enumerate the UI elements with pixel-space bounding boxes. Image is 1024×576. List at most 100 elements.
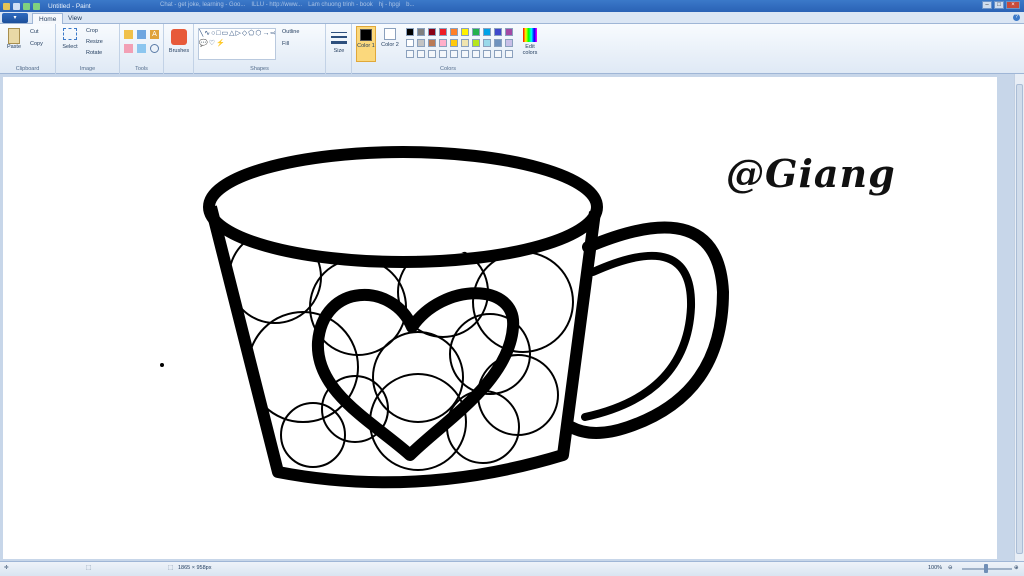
palette-swatch[interactable]: [428, 39, 436, 47]
close-button[interactable]: ×: [1006, 1, 1020, 9]
minimize-button[interactable]: –: [982, 1, 992, 9]
palette-swatch[interactable]: [428, 28, 436, 36]
edit-colors-label: Edit colors: [522, 44, 538, 56]
select-button[interactable]: Select: [60, 28, 80, 50]
paint-app-icon: [3, 2, 10, 10]
color1-button[interactable]: Color 1: [356, 26, 376, 62]
outline-button[interactable]: Outline: [282, 29, 299, 35]
rotate-button[interactable]: Rotate: [86, 50, 102, 56]
palette-swatch[interactable]: [439, 39, 447, 47]
shapes-gallery[interactable]: ╲∿○□▭△▷◇⬠⬡→⇨☆✦💬♡⚡: [198, 28, 276, 60]
background-tab: b...: [406, 2, 415, 8]
empty-swatch[interactable]: [406, 50, 414, 58]
colors-group-label: Colors: [440, 66, 456, 72]
image-size-text: 1865 × 958px: [178, 565, 212, 571]
palette-swatch[interactable]: [472, 28, 480, 36]
fill-icon[interactable]: [137, 30, 146, 39]
fill-button[interactable]: Fill: [282, 41, 289, 47]
paste-icon: [8, 28, 20, 44]
empty-swatch[interactable]: [494, 50, 502, 58]
size-label: Size: [333, 48, 345, 54]
brushes-group[interactable]: Brushes: [164, 24, 194, 74]
palette-swatch[interactable]: [450, 39, 458, 47]
palette-swatch[interactable]: [505, 39, 513, 47]
empty-swatch[interactable]: [439, 50, 447, 58]
save-icon[interactable]: [13, 2, 20, 10]
color2-label: Color 2: [381, 42, 399, 48]
palette-swatch[interactable]: [505, 28, 513, 36]
pencil-icon[interactable]: [124, 30, 133, 39]
zoom-out-button[interactable]: ⊖: [948, 565, 953, 571]
brush-icon: [171, 29, 187, 45]
drawing-canvas[interactable]: @Giang: [3, 77, 997, 559]
text-icon[interactable]: A: [150, 30, 159, 39]
magnifier-icon[interactable]: [150, 44, 159, 53]
ribbon-tabs: ▾ Home View ?: [0, 12, 1024, 24]
zoom-in-button[interactable]: ⊕: [1014, 565, 1019, 571]
empty-swatch[interactable]: [483, 50, 491, 58]
color2-button[interactable]: Color 2: [380, 26, 400, 62]
canvas-area: @Giang: [0, 74, 1014, 561]
palette-swatch[interactable]: [461, 39, 469, 47]
empty-swatch[interactable]: [417, 50, 425, 58]
redo-icon[interactable]: [33, 2, 40, 10]
tab-home[interactable]: Home: [32, 13, 64, 24]
background-tab: hj - hpgi: [378, 2, 401, 8]
undo-icon[interactable]: [23, 2, 30, 10]
cursor-position-icon: ✛: [4, 565, 9, 571]
empty-swatch[interactable]: [428, 50, 436, 58]
palette-swatch[interactable]: [472, 39, 480, 47]
palette-swatch[interactable]: [417, 39, 425, 47]
color-picker-icon[interactable]: [137, 44, 146, 53]
palette-swatch[interactable]: [494, 28, 502, 36]
size-group[interactable]: Size: [326, 24, 352, 74]
edit-colors-icon: [523, 28, 537, 42]
tab-view[interactable]: View: [62, 13, 88, 24]
app-menu-button[interactable]: ▾: [2, 13, 28, 23]
vertical-scrollbar[interactable]: [1014, 74, 1024, 561]
maximize-button[interactable]: □: [994, 1, 1004, 9]
empty-swatch[interactable]: [450, 50, 458, 58]
background-tab: Chat - get joke, learning - Goo...: [160, 2, 246, 8]
empty-swatch[interactable]: [505, 50, 513, 58]
quick-access-toolbar: [0, 2, 40, 10]
palette-swatch[interactable]: [417, 28, 425, 36]
colors-group: Color 1 Color 2 Edit colors Colors: [352, 24, 544, 74]
cup-handle-inner: [581, 251, 696, 421]
palette-swatch[interactable]: [483, 28, 491, 36]
palette-swatch[interactable]: [439, 28, 447, 36]
zoom-slider-handle[interactable]: [984, 564, 988, 573]
shapes-group-label: Shapes: [250, 66, 269, 72]
stray-dot: [160, 363, 164, 367]
palette-swatch[interactable]: [461, 28, 469, 36]
image-group-label: Image: [79, 66, 96, 72]
size-line-medium: [331, 36, 347, 38]
copy-button[interactable]: Copy: [30, 41, 43, 47]
size-line-thin: [331, 32, 347, 33]
color1-label: Color 1: [357, 43, 375, 49]
color2-swatch: [384, 28, 396, 40]
palette-swatch[interactable]: [406, 28, 414, 36]
scrollbar-thumb[interactable]: [1016, 84, 1023, 554]
empty-swatch[interactable]: [461, 50, 469, 58]
brushes-label: Brushes: [168, 48, 190, 54]
palette-swatch[interactable]: [483, 39, 491, 47]
image-size-icon: ⬚: [168, 565, 174, 571]
resize-button[interactable]: Resize: [86, 39, 103, 45]
eraser-icon[interactable]: [124, 44, 133, 53]
paste-button[interactable]: Paste: [4, 28, 24, 50]
background-tabs: Chat - get joke, learning - Goo... ILLU …: [160, 2, 415, 8]
help-icon[interactable]: ?: [1013, 14, 1020, 21]
palette-swatch[interactable]: [494, 39, 502, 47]
crop-button[interactable]: Crop: [86, 28, 98, 34]
background-tab: Lam chuong trinh - book: [308, 2, 373, 8]
palette-swatch[interactable]: [450, 28, 458, 36]
clipboard-group-label: Clipboard: [15, 66, 40, 72]
zoom-level: 100%: [928, 565, 943, 571]
status-bar: ✛ ⬚ ⬚ 1865 × 958px 100% ⊖ ⊕: [0, 561, 1024, 576]
select-icon: [63, 28, 77, 40]
palette-swatch[interactable]: [406, 39, 414, 47]
cut-button[interactable]: Cut: [30, 29, 39, 35]
edit-colors-button[interactable]: Edit colors: [518, 26, 542, 62]
empty-swatch[interactable]: [472, 50, 480, 58]
